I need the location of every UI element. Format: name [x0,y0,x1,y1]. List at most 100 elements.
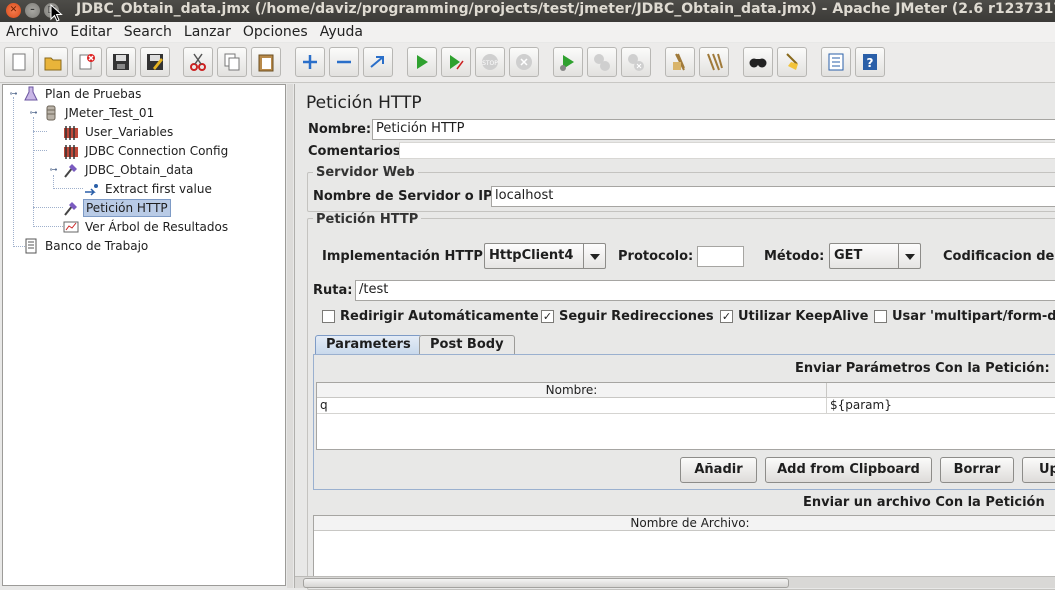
checkbox-label: Redirigir Automáticamente [340,309,539,324]
params-cell-name[interactable]: q [317,398,827,414]
method-dropdown[interactable]: GET [829,243,921,269]
tree-node-extract-first-value[interactable]: Extract first value [83,180,214,198]
cut-icon[interactable] [183,47,213,77]
help-icon[interactable]: ? [855,47,885,77]
mouse-cursor-icon [50,4,63,22]
tree-node-plan-de-pruebas[interactable]: Plan de Pruebas [23,85,143,103]
name-label: Nombre: [308,122,372,137]
multipart-checkbox[interactable]: Usar 'multipart/form-da [874,309,1055,324]
tree-collapse-toggle[interactable]: ⊶ [9,90,18,99]
tree-collapse-toggle[interactable]: ⊶ [29,109,38,118]
tree-node-label: Ver Árbol de Resultados [85,220,229,234]
split-pane-divider[interactable] [287,84,293,588]
web-server-group-label: Servidor Web [313,165,418,180]
tree-connector [53,175,54,189]
collapse-icon[interactable] [329,47,359,77]
up-button[interactable]: Up [1022,457,1055,483]
checkbox-box [874,310,887,323]
auto-redirect-checkbox[interactable]: Redirigir Automáticamente [322,309,539,324]
save-as-icon[interactable] [140,47,170,77]
tab-post-body[interactable]: Post Body [419,335,515,354]
tree-node-user-variables[interactable]: User_Variables [63,123,175,141]
method-dropdown-value: GET [834,248,863,263]
window-minimize-button[interactable]: – [25,3,40,18]
tree-collapse-toggle[interactable]: ⊶ [49,166,58,175]
menu-editar[interactable]: Editar [64,22,117,42]
clear-icon[interactable] [665,47,695,77]
tree-node-peticion-http[interactable]: Petición HTTP [63,199,171,217]
add-from-clipboard-button[interactable]: Add from Clipboard [765,457,932,483]
params-cell-value[interactable]: ${param} [827,398,1055,414]
tab-parameters[interactable]: Parameters [315,335,422,354]
clear-all-icon[interactable] [699,47,729,77]
paste-icon[interactable] [251,47,281,77]
copy-icon[interactable] [217,47,247,77]
window-close-button[interactable]: ✕ [6,3,21,18]
tree-connector [33,150,47,151]
remote-shutdown-icon[interactable] [621,47,651,77]
params-table: Nombre: q ${param} [316,382,1055,450]
horizontal-scrollbar[interactable] [295,576,1055,588]
impl-dropdown[interactable]: HttpClient4 [484,243,606,269]
chevron-down-icon [898,244,920,268]
scrollbar-thumb[interactable] [303,578,789,588]
comments-field[interactable] [399,142,1055,159]
reset-search-icon[interactable] [777,47,807,77]
remote-start-icon[interactable] [553,47,583,77]
tree-node-jdbc-connection-config[interactable]: JDBC Connection Config [63,142,230,160]
add-button[interactable]: Añadir [680,457,757,483]
tree-connector [33,207,63,208]
stop-icon[interactable]: STOP [475,47,505,77]
sampler-icon [64,164,77,178]
impl-dropdown-value: HttpClient4 [489,248,574,263]
tree-node-label: User_Variables [85,125,174,139]
delete-button[interactable]: Borrar [940,457,1014,483]
checkbox-label: Usar 'multipart/form-da [892,309,1055,324]
open-icon[interactable] [38,47,68,77]
expand-icon[interactable] [295,47,325,77]
tree-connector [53,188,83,189]
new-icon[interactable] [4,47,34,77]
server-field[interactable]: localhost [491,186,1055,207]
tree-connector [13,97,14,247]
save-icon[interactable] [106,47,136,77]
shutdown-icon[interactable] [509,47,539,77]
tree-node-thread-group[interactable]: JMeter_Test_01 [43,104,156,122]
tree-connector [33,226,63,227]
menu-search[interactable]: Search [118,22,178,42]
tree-node-banco-de-trabajo[interactable]: Banco de Trabajo [23,237,150,255]
tree-node-label: JDBC Connection Config [85,144,229,158]
menu-opciones[interactable]: Opciones [237,22,314,42]
start-icon[interactable] [407,47,437,77]
tree-connector [33,131,47,132]
http-request-group-label: Petición HTTP [313,212,422,227]
menu-archivo[interactable]: Archivo [0,22,64,42]
start-no-pause-icon[interactable] [441,47,471,77]
tree-node-label: Petición HTTP [83,199,171,217]
protocol-field[interactable] [697,246,744,267]
toggle-icon[interactable] [363,47,393,77]
checkmark-icon: ✓ [541,310,554,323]
menu-lanzar[interactable]: Lanzar [178,22,237,42]
method-label: Método: [764,249,825,264]
tree-node-label: JDBC_Obtain_data [85,163,194,177]
name-field[interactable]: Petición HTTP [372,119,1055,140]
remote-stop-icon[interactable] [587,47,617,77]
menu-ayuda[interactable]: Ayuda [314,22,369,42]
window-title: JDBC_Obtain_data.jmx (/home/daviz/progra… [76,1,1055,17]
checkbox-box [322,310,335,323]
checkmark-icon: ✓ [720,310,733,323]
flask-icon [24,86,38,101]
checkbox-label: Utilizar KeepAlive [738,309,869,324]
search-icon[interactable] [743,47,773,77]
tree-node-label: Plan de Pruebas [45,87,142,101]
function-helper-icon[interactable] [821,47,851,77]
files-title: Enviar un archivo Con la Petición [803,495,1045,510]
close-file-icon[interactable] [72,47,102,77]
tree-node-ver-arbol-resultados[interactable]: Ver Árbol de Resultados [63,218,230,236]
menu-bar: Archivo Editar Search Lanzar Opciones Ay… [0,22,1055,42]
follow-redirects-checkbox[interactable]: ✓ Seguir Redirecciones [541,309,714,324]
tree-node-jdbc-obtain-data[interactable]: JDBC_Obtain_data [63,161,195,179]
keepalive-checkbox[interactable]: ✓ Utilizar KeepAlive [720,309,868,324]
path-field[interactable]: /test [355,280,1055,301]
